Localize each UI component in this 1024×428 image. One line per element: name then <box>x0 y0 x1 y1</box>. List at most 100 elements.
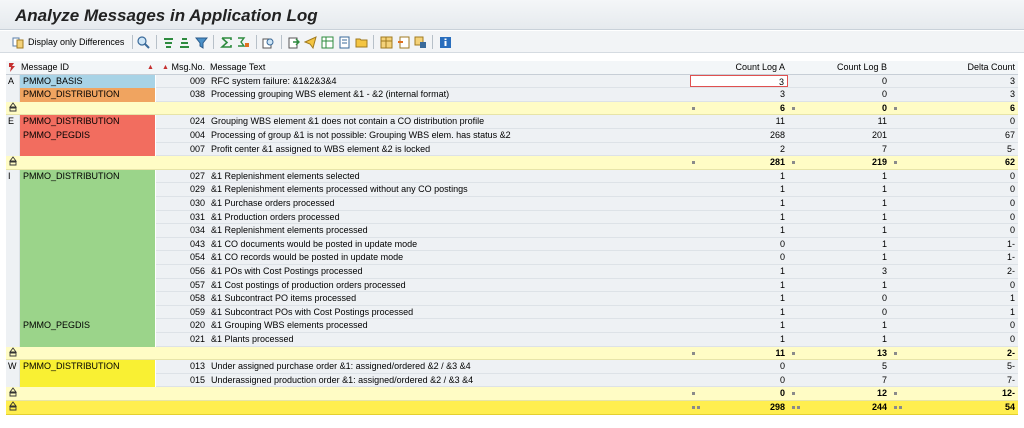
table-row[interactable]: 007 Profit center &1 assigned to WBS elem… <box>6 142 1018 157</box>
table-row[interactable]: 004 Processing of group &1 is not possibl… <box>6 129 1018 143</box>
count-log-a[interactable]: 0 <box>690 360 788 373</box>
count-log-a[interactable]: 1 <box>690 306 788 319</box>
message-id-cell[interactable]: PMMO_DISTRIBUTION <box>20 115 156 129</box>
table-row[interactable]: 027 &1 Replenishment elements selected 1 1 0 <box>6 169 1018 184</box>
count-log-b[interactable]: 1 <box>790 211 890 224</box>
table-row[interactable]: 015 Underassigned production order &1: as… <box>6 373 1018 388</box>
delta-count[interactable]: 3 <box>892 75 1018 88</box>
select-layout-icon[interactable] <box>397 36 410 49</box>
table-row[interactable]: 059 &1 Subcontract POs with Cost Postings… <box>6 305 1018 320</box>
delta-count[interactable]: 2- <box>892 265 1018 278</box>
delta-count[interactable]: 0 <box>892 333 1018 346</box>
table-row[interactable]: 031 &1 Production orders processed 1 1 0 <box>6 210 1018 225</box>
delta-count[interactable]: 67 <box>892 129 1018 142</box>
delta-count[interactable]: 5- <box>892 360 1018 373</box>
count-log-a[interactable]: 3 <box>690 74 788 88</box>
delta-count[interactable]: 1 <box>892 306 1018 319</box>
count-log-b[interactable]: 201 <box>790 129 890 142</box>
count-log-a[interactable]: 0 <box>690 374 788 387</box>
count-log-a[interactable]: 268 <box>690 129 788 142</box>
count-log-a[interactable]: 1 <box>690 197 788 210</box>
delta-count[interactable]: 5- <box>892 143 1018 156</box>
information-icon[interactable] <box>439 36 452 49</box>
count-log-a[interactable]: 1 <box>690 279 788 292</box>
table-row[interactable]: 029 &1 Replenishment elements processed w… <box>6 183 1018 197</box>
message-id-cell[interactable]: PMMO_BASIS <box>20 74 156 89</box>
table-row[interactable]: 009 RFC system failure: &1&2&3&4 3 0 3 <box>6 74 1018 89</box>
count-log-a[interactable]: 1 <box>690 224 788 237</box>
count-log-b[interactable]: 1 <box>790 279 890 292</box>
delta-count[interactable]: 1 <box>892 292 1018 305</box>
count-log-a[interactable]: 0 <box>690 251 788 264</box>
table-row[interactable]: 058 &1 Subcontract PO items processed 1 0 1 <box>6 292 1018 306</box>
spreadsheet-icon[interactable] <box>321 36 334 49</box>
print-preview-icon[interactable] <box>262 36 275 49</box>
count-log-a[interactable]: 1 <box>690 333 788 346</box>
col-delta-count[interactable]: Delta Count <box>892 61 1018 74</box>
delta-count[interactable]: 0 <box>892 115 1018 128</box>
count-log-b[interactable]: 3 <box>790 265 890 278</box>
table-row[interactable]: 030 &1 Purchase orders processed 1 1 0 <box>6 197 1018 211</box>
zoom-details-icon[interactable] <box>137 35 150 49</box>
count-log-b[interactable]: 1 <box>790 170 890 183</box>
delta-count[interactable]: 0 <box>892 224 1018 237</box>
table-row[interactable]: 057 &1 Cost postings of production orders… <box>6 278 1018 293</box>
delta-count[interactable]: 0 <box>892 211 1018 224</box>
count-log-a[interactable]: 1 <box>690 319 788 332</box>
count-log-a[interactable]: 1 <box>690 170 788 183</box>
sort-descending-icon[interactable] <box>178 36 191 49</box>
table-row[interactable]: 038 Processing grouping WBS element &1 - … <box>6 88 1018 102</box>
message-type-cell[interactable]: W <box>6 360 20 388</box>
count-log-b[interactable]: 1 <box>790 251 890 264</box>
count-log-a[interactable]: 3 <box>690 88 788 101</box>
count-log-b[interactable]: 1 <box>790 333 890 346</box>
count-log-b[interactable]: 7 <box>790 374 890 387</box>
change-layout-icon[interactable] <box>380 36 393 49</box>
local-file-icon[interactable] <box>355 36 368 49</box>
count-log-a[interactable]: 0 <box>690 238 788 251</box>
count-log-a[interactable]: 1 <box>690 292 788 305</box>
delta-count[interactable]: 3 <box>892 88 1018 101</box>
export-icon[interactable] <box>287 36 300 49</box>
sort-ascending-icon[interactable] <box>162 36 175 49</box>
delta-count[interactable]: 7- <box>892 374 1018 387</box>
sum-icon[interactable] <box>219 36 233 49</box>
table-row[interactable]: 020 &1 Grouping WBS elements processed 1 1 0 <box>6 319 1018 333</box>
message-type-cell[interactable]: A <box>6 74 20 102</box>
col-message-id[interactable]: Message ID <box>21 61 156 74</box>
count-log-b[interactable]: 1 <box>790 224 890 237</box>
message-id-cell[interactable]: PMMO_PEGDIS <box>20 319 156 347</box>
message-type-cell[interactable]: E <box>6 115 20 157</box>
delta-count[interactable]: 0 <box>892 319 1018 332</box>
col-count-log-b[interactable]: Count Log B <box>790 61 890 74</box>
col-count-log-a[interactable]: Count Log A <box>690 61 788 74</box>
message-id-cell[interactable]: PMMO_DISTRIBUTION <box>20 360 156 388</box>
count-log-b[interactable]: 1 <box>790 197 890 210</box>
count-log-a[interactable]: 2 <box>690 143 788 156</box>
table-row[interactable]: 013 Under assigned purchase order &1: ass… <box>6 360 1018 374</box>
count-log-b[interactable]: 1 <box>790 183 890 196</box>
count-log-a[interactable]: 1 <box>690 183 788 196</box>
table-row[interactable]: 056 &1 POs with Cost Postings processed 1 3… <box>6 265 1018 279</box>
count-log-a[interactable]: 1 <box>690 265 788 278</box>
count-log-a[interactable]: 1 <box>690 211 788 224</box>
table-row[interactable]: 054 &1 CO records would be posted in upda… <box>6 251 1018 265</box>
table-row[interactable]: 024 Grouping WBS element &1 does not cont… <box>6 115 1018 129</box>
count-log-b[interactable]: 11 <box>790 115 890 128</box>
count-log-b[interactable]: 0 <box>790 75 890 88</box>
count-log-a[interactable]: 11 <box>690 115 788 128</box>
count-log-b[interactable]: 1 <box>790 238 890 251</box>
count-log-b[interactable]: 5 <box>790 360 890 373</box>
count-log-b[interactable]: 0 <box>790 292 890 305</box>
count-log-b[interactable]: 0 <box>790 88 890 101</box>
col-message-text[interactable]: Message Text <box>210 61 680 74</box>
message-id-cell[interactable]: PMMO_PEGDIS <box>20 129 156 157</box>
word-processing-icon[interactable] <box>338 36 351 49</box>
delta-count[interactable]: 1- <box>892 251 1018 264</box>
table-row[interactable]: 043 &1 CO documents would be posted in up… <box>6 237 1018 252</box>
count-log-b[interactable]: 0 <box>790 306 890 319</box>
table-row[interactable]: 034 &1 Replenishment elements processed 1 1… <box>6 224 1018 238</box>
subtotal-icon[interactable] <box>237 36 250 49</box>
select-all-icon[interactable] <box>7 61 18 74</box>
message-id-cell[interactable]: PMMO_DISTRIBUTION <box>20 169 156 320</box>
